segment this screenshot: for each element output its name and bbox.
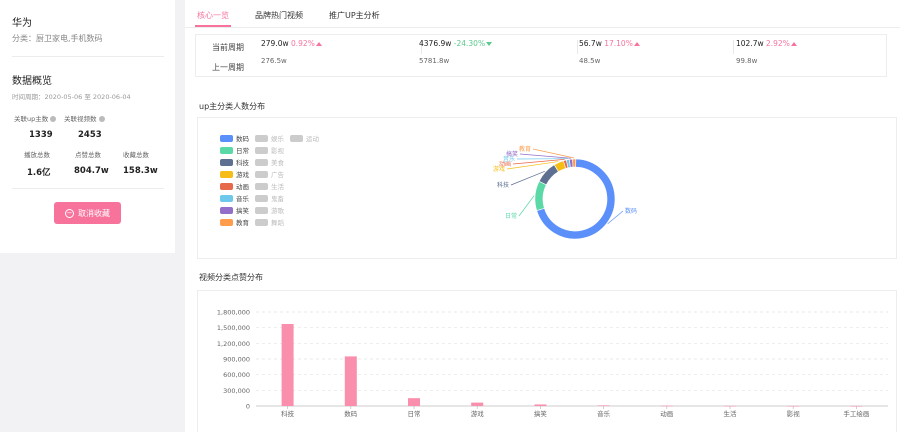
donut-slice[interactable] (538, 164, 559, 186)
metric-column: 102.7w 2.92% 99.8w (736, 39, 797, 65)
donut-chart-box: 数码 日常 科技 游戏 动画 音乐 搞笑 教育 娱乐 运动 影视 美食 广告 生活 鬼畜 游歌 舞蹈 数码 日常科… (197, 117, 897, 259)
donut-leader-line (518, 195, 535, 217)
stat-label-likes: 点赞总数 (75, 151, 101, 159)
triangle-up-icon (633, 42, 640, 46)
y-tick-label: 0 (246, 403, 250, 411)
donut-slice[interactable] (534, 180, 547, 211)
bar[interactable] (408, 398, 420, 406)
triangle-up-icon (315, 42, 322, 46)
stat-value-plays: 1.6亿 (27, 168, 51, 178)
metric-separator (577, 40, 578, 54)
y-tick-label: 600,000 (223, 371, 250, 379)
metric-column: 56.7w 17.10% 48.5w (579, 39, 640, 65)
x-tick-label: 音乐 (597, 409, 611, 418)
donut-section-title: up主分类人数分布 (199, 102, 266, 111)
x-tick-label: 动画 (660, 410, 673, 418)
bar-chart: 0 300,000 600,000 900,000 1,200,000 1,500,000… (217, 309, 888, 418)
donut-leader-line (519, 153, 571, 159)
overview-title: 数据概览 (12, 76, 52, 87)
bar-section-title: 视频分类点赞分布 (199, 273, 263, 282)
tab-brand-hot-videos[interactable]: 品牌热门视频 (255, 6, 303, 27)
question-circle-icon[interactable] (50, 116, 57, 122)
brand-category: 分类：厨卫家电,手机数码 (12, 34, 103, 43)
bar[interactable] (471, 402, 484, 406)
x-tick-label: 日常 (408, 409, 421, 418)
main-content: 核心一览 品牌热门视频 推广UP主分析 当前周期 上一周期 279.0w 0.9… (185, 0, 900, 432)
donut-slice-label: 搞笑 (506, 150, 518, 158)
minus-circle-icon: − (65, 208, 74, 218)
donut-chart: 数码日常科技游戏动画音乐搞笑教育 (493, 145, 637, 240)
bar-chart-box: 0 300,000 600,000 900,000 1,200,000 1,500,000… (197, 290, 897, 432)
x-tick-label: 搞笑 (534, 409, 548, 418)
metric-column: 279.0w 0.92% 276.5w (261, 39, 322, 65)
divider (12, 188, 164, 189)
x-tick-label: 游戏 (471, 409, 485, 418)
divider (12, 56, 164, 57)
unfavorite-button[interactable]: − 取消收藏 (54, 202, 121, 224)
donut-slice[interactable] (572, 158, 577, 168)
y-tick-label: 1,200,000 (217, 340, 250, 348)
current-period-label: 当前周期 (212, 43, 244, 52)
stat-label-plays: 播放总数 (24, 151, 50, 159)
previous-period-label: 上一周期 (212, 63, 244, 72)
stat-label-related-up: 关联up主数 (14, 113, 57, 123)
stat-value-favorites: 158.3w (123, 166, 158, 176)
x-tick-label: 生活 (724, 409, 738, 418)
stat-value-related-videos: 2453 (78, 130, 102, 140)
x-tick-label: 手工绘画 (843, 409, 869, 418)
bar[interactable] (534, 404, 547, 406)
bar[interactable] (344, 356, 357, 406)
tab-divider (185, 27, 900, 28)
time-range: 时间周期：2020-05-06 至 2020-06-04 (12, 93, 131, 101)
metrics-panel: 当前周期 上一周期 279.0w 0.92% 276.5w 4376.9w -2… (195, 34, 887, 77)
bar[interactable] (597, 405, 610, 406)
stat-value-likes: 804.7w (74, 166, 109, 176)
x-tick-label: 科技 (281, 409, 295, 418)
metric-separator (733, 40, 734, 54)
y-tick-label: 900,000 (223, 356, 250, 364)
donut-slice-label: 数码 (625, 207, 637, 215)
x-tick-label: 数码 (344, 409, 358, 418)
y-tick-label: 300,000 (223, 387, 250, 395)
y-tick-label: 1,500,000 (217, 324, 250, 332)
donut-slice-label: 教育 (519, 145, 531, 153)
stat-label-favorites: 收藏总数 (123, 151, 149, 159)
tab-core-overview[interactable]: 核心一览 (195, 6, 231, 27)
stat-value-related-up: 1339 (29, 130, 53, 140)
brand-name: 华为 (12, 18, 32, 29)
donut-slice-label: 日常 (505, 212, 517, 220)
triangle-down-icon (486, 42, 493, 46)
stat-label-related-videos: 关联视频数 (64, 113, 105, 123)
brand-info-panel: 华为 分类：厨卫家电,手机数码 数据概览 时间周期：2020-05-06 至 2… (0, 0, 175, 253)
question-circle-icon[interactable] (98, 116, 105, 122)
triangle-up-icon (790, 42, 797, 46)
bar[interactable] (281, 324, 294, 406)
metric-column: 4376.9w -24.30% 5781.8w (419, 39, 493, 65)
y-tick-label: 1,800,000 (217, 309, 250, 317)
x-tick-label: 影视 (787, 409, 801, 418)
tab-bar: 核心一览 品牌热门视频 推广UP主分析 (195, 6, 406, 27)
tab-promoter-analysis[interactable]: 推广UP主分析 (329, 6, 380, 27)
donut-slice-label: 科技 (497, 181, 509, 189)
